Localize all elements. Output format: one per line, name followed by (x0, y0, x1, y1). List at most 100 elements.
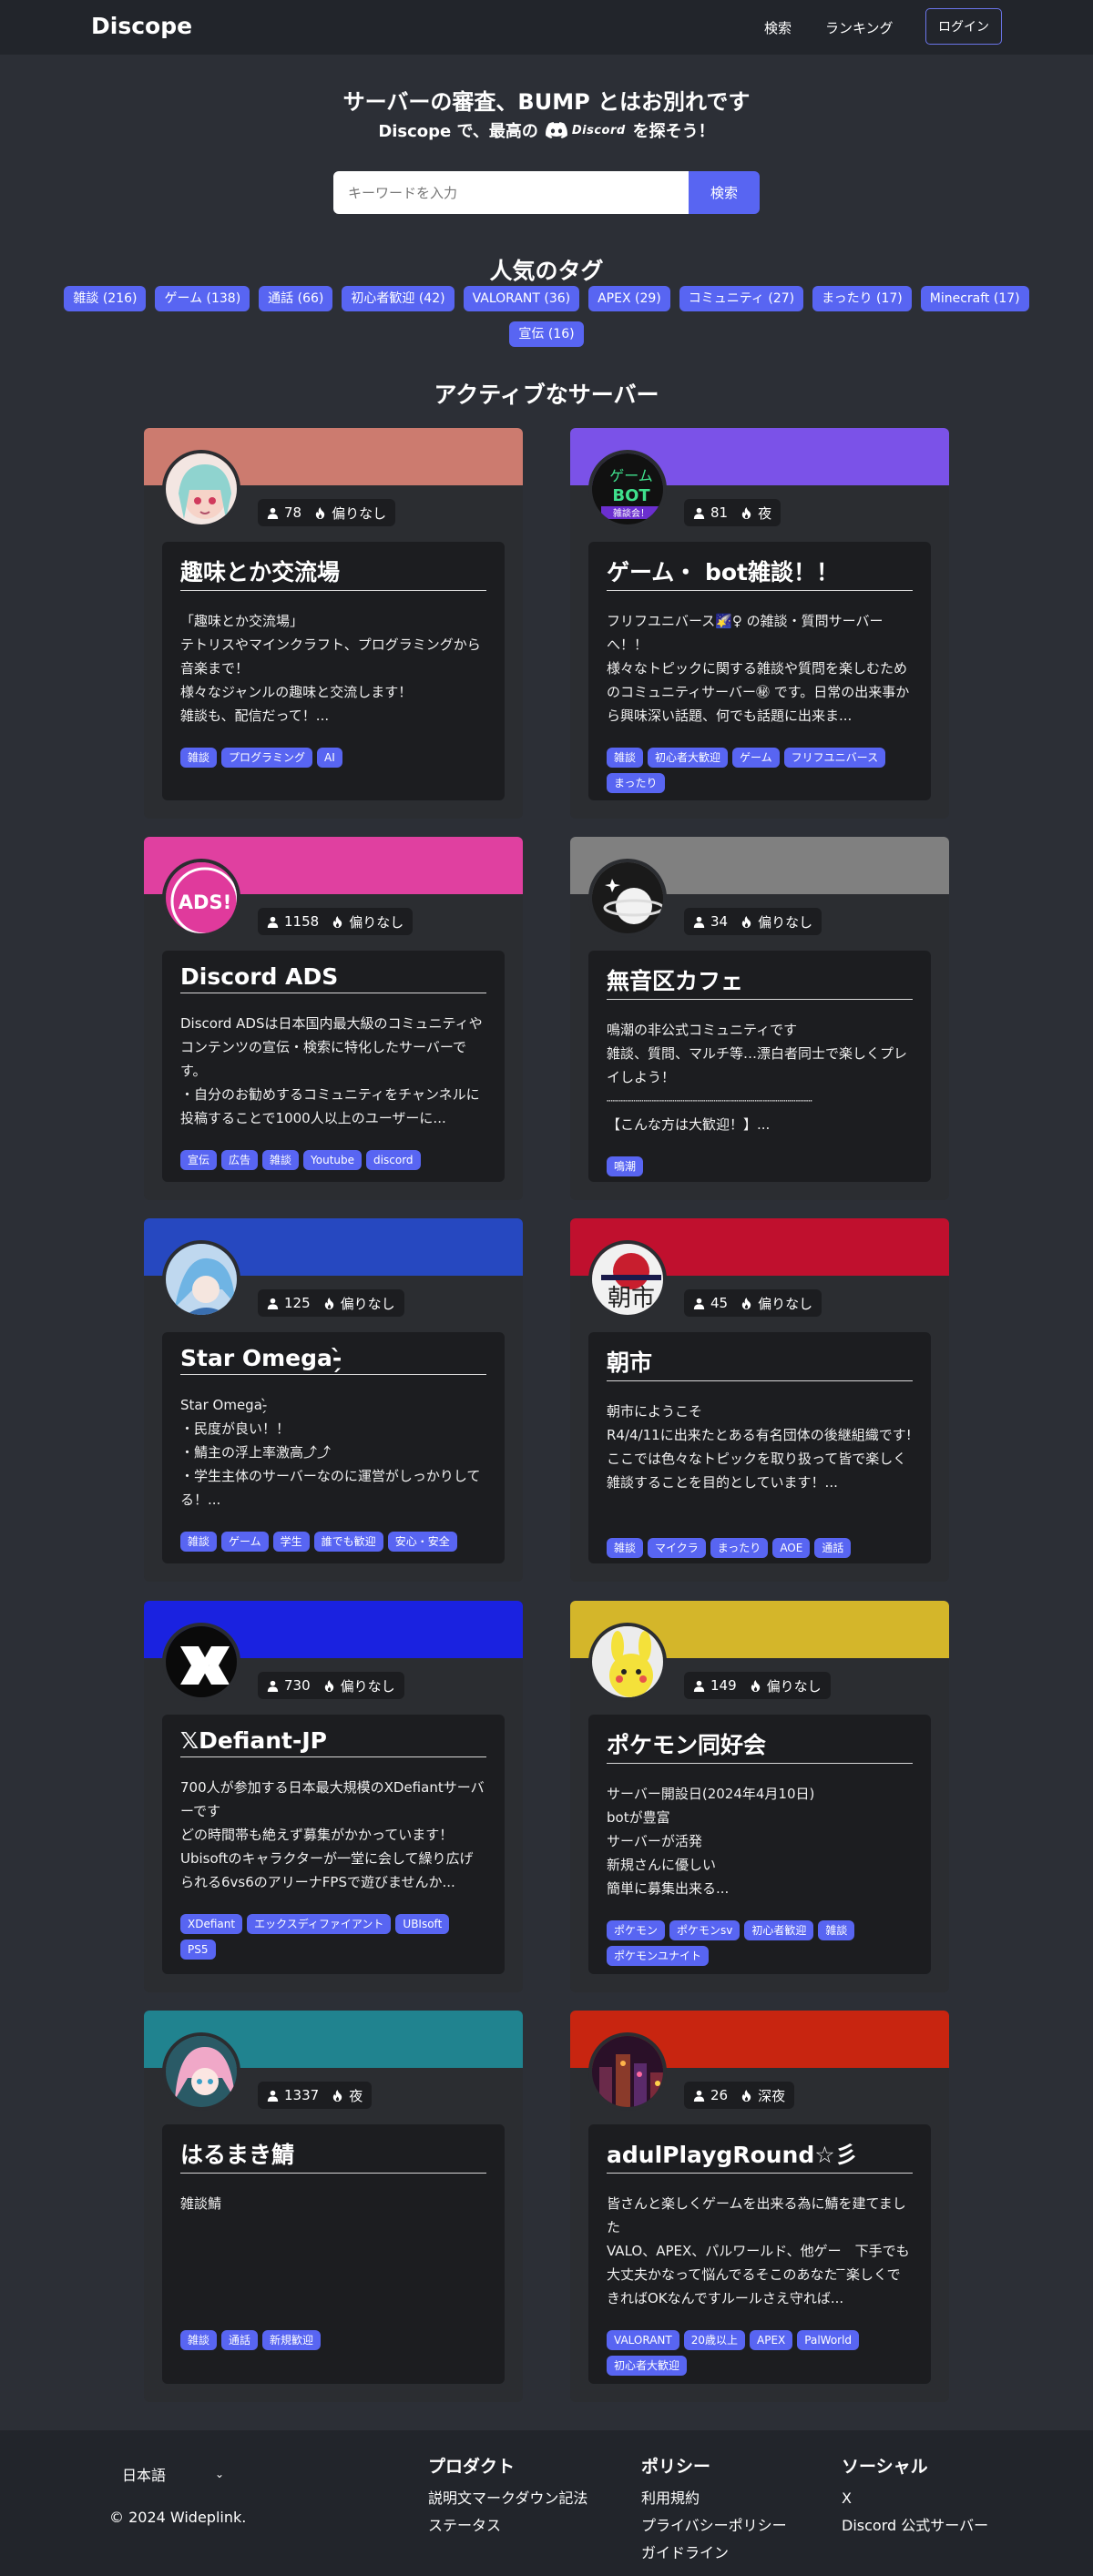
server-avatar: ゲーム BOT 雑談会！ (588, 450, 667, 528)
server-tag[interactable]: APEX (750, 2330, 793, 2350)
server-avatar (162, 450, 240, 528)
server-tag[interactable]: 雑談 (180, 748, 218, 768)
login-button[interactable]: ログイン (925, 8, 1002, 45)
popular-tag[interactable]: 雑談 (216) (64, 286, 147, 311)
activity-time-value: 偏りなし (340, 1295, 395, 1312)
server-tag[interactable]: ポケモン (607, 1920, 666, 1940)
server-name[interactable]: はるまき鯖 (180, 2137, 486, 2174)
popular-tag[interactable]: 宣伝 (16) (509, 321, 584, 347)
server-tag[interactable]: エックスディファイアント (247, 1914, 392, 1934)
server-card[interactable]: 78 偏りなし 趣味とか交流場 「趣味とか交流場」 テトリスやマインクラフト、プログラ… (144, 428, 523, 819)
server-tag[interactable]: 広告 (221, 1150, 259, 1170)
discord-icon (545, 122, 567, 138)
server-name[interactable]: Star Omega-̗̀ (180, 1345, 486, 1375)
server-card[interactable]: ゲーム BOT 雑談会！ 81 夜ゲーム・ bot雑談！！ フリフユニバース🌠♀ の雑談・… (570, 428, 949, 819)
server-tag[interactable]: AI (317, 748, 342, 768)
server-name[interactable]: ポケモン同好会 (607, 1727, 913, 1764)
members-icon (693, 1680, 705, 1692)
server-tag[interactable]: 雑談 (180, 2330, 218, 2350)
server-tag[interactable]: PalWorld (797, 2330, 860, 2350)
server-name[interactable]: 趣味とか交流場 (180, 555, 486, 591)
server-tag[interactable]: 新規歓迎 (262, 2330, 322, 2350)
server-description: Star Omega-̗̀ ・民度が良い！！ ・鯖主の浮上率激高⤴︎⤴︎ ・学生… (180, 1397, 481, 1508)
popular-tag[interactable]: APEX (29) (588, 286, 670, 311)
server-name[interactable]: 朝市 (607, 1345, 913, 1381)
footer-link-terms[interactable]: 利用規約 (641, 2485, 787, 2512)
server-tag[interactable]: フリフユニバース (783, 748, 886, 768)
card-body: ポケモン同好会 サーバー開設日(2024年4月10日) botが豊富 サーバーが活… (588, 1715, 931, 1974)
server-card[interactable]: 朝市 45 偏りなし 朝市 朝市にようこそ R4/4/11に出来たとある有名団体の後継組… (570, 1218, 949, 1582)
server-description: 雑談鯖 (180, 2195, 222, 2212)
brand-logo[interactable]: Discope (91, 13, 192, 39)
server-tag[interactable]: 学生 (272, 1532, 310, 1552)
popular-tag[interactable]: 初心者歓迎 (42) (342, 286, 455, 311)
server-name[interactable]: 𝕏Defiant-JP (180, 1727, 486, 1757)
server-tag[interactable]: 初心者大歓迎 (648, 748, 729, 768)
server-tag[interactable]: AOE (772, 1538, 811, 1558)
server-tag[interactable]: PS5 (180, 1940, 216, 1960)
server-tag[interactable]: discord (366, 1150, 421, 1170)
server-card[interactable]: 730 偏りなし 𝕏Defiant-JP 700人が参加する日本最大規模のXDefia… (144, 1601, 523, 1992)
server-card[interactable]: 1337 夜 はるまき鯖 雑談鯖 雑談 通話 新規歓迎 (144, 2011, 523, 2402)
search-input[interactable] (333, 171, 689, 214)
nav-link-ranking[interactable]: ランキング (825, 18, 894, 37)
language-select[interactable]: 日本語 ⌄ (109, 2458, 237, 2490)
server-tags: VALORANT 20歳以上 APEX PalWorld 初心者大歓迎 (607, 2330, 913, 2376)
activity-time: 偏りなし (314, 504, 386, 523)
server-card[interactable]: ADS! 1158 偏りなし Discord ADS Discord ADSは日本国内最… (144, 837, 523, 1200)
server-tag[interactable]: VALORANT (607, 2330, 679, 2350)
server-tag[interactable]: まったり (607, 773, 665, 793)
server-tag[interactable]: 雑談 (607, 748, 644, 768)
card-body: adulPlaygRound☆彡 皆さんと楽しくゲームを出来る為に鯖を建てました … (588, 2124, 931, 2384)
server-name[interactable]: Discord ADS (180, 963, 486, 993)
popular-tag[interactable]: Minecraft (17) (920, 286, 1029, 311)
server-tag[interactable]: マイクラ (648, 1538, 706, 1558)
nav-link-search[interactable]: 検索 (764, 18, 792, 37)
popular-tag[interactable]: コミュニティ (27) (679, 286, 804, 311)
server-tag[interactable]: 20歳以上 (683, 2330, 746, 2350)
server-name[interactable]: 無音区カフェ (607, 963, 913, 1000)
server-tag[interactable]: 鳴潮 (607, 1156, 644, 1176)
server-tag[interactable]: 通話 (221, 2330, 259, 2350)
footer-link-status[interactable]: ステータス (428, 2512, 587, 2540)
server-tag[interactable]: 雑談 (818, 1920, 855, 1940)
server-tag[interactable]: 誰でも歓迎 (313, 1532, 383, 1552)
server-tag[interactable]: 安心・安全 (387, 1532, 457, 1552)
server-card[interactable]: 125 偏りなし Star Omega-̗̀ Star Omega-̗̀ ・民度が良… (144, 1218, 523, 1582)
server-name[interactable]: ゲーム・ bot雑談！！ (607, 555, 913, 591)
server-tag[interactable]: 初心者歓迎 (744, 1920, 814, 1940)
footer-link-markdown[interactable]: 説明文マークダウン記法 (428, 2485, 587, 2512)
footer-link-privacy[interactable]: プライバシーポリシー (641, 2512, 787, 2540)
server-card[interactable]: 149 偏りなし ポケモン同好会 サーバー開設日(2024年4月10日) botが豊富… (570, 1601, 949, 1992)
server-tag[interactable]: 雑談 (180, 1532, 218, 1552)
footer-link-x[interactable]: X (842, 2485, 988, 2512)
member-count: 78 (267, 504, 301, 521)
server-tag[interactable]: 通話 (814, 1538, 852, 1558)
search-button[interactable]: 検索 (689, 171, 760, 214)
server-name[interactable]: adulPlaygRound☆彡 (607, 2137, 913, 2174)
popular-tag[interactable]: ゲーム (138) (155, 286, 250, 311)
server-tag[interactable]: UBIsoft (395, 1914, 450, 1934)
server-tag[interactable]: 雑談 (607, 1538, 644, 1558)
popular-tag[interactable]: VALORANT (36) (463, 286, 580, 311)
server-tag[interactable]: プログラミング (221, 748, 313, 768)
members-icon (693, 507, 705, 519)
server-tag[interactable]: 雑談 (262, 1150, 300, 1170)
footer-link-discord[interactable]: Discord 公式サーバー (842, 2512, 988, 2540)
popular-tag[interactable]: 通話 (66) (259, 286, 333, 311)
server-tag[interactable]: Youtube (303, 1150, 363, 1170)
footer-link-guidelines[interactable]: ガイドライン (641, 2540, 787, 2567)
server-card[interactable]: 26 深夜 adulPlaygRound☆彡 皆さんと楽しくゲームを出来る為に鯖を建て… (570, 2011, 949, 2402)
server-tag[interactable]: 初心者大歓迎 (607, 2356, 688, 2376)
server-tag[interactable]: 宣伝 (180, 1150, 218, 1170)
server-tag[interactable]: ゲーム (732, 748, 780, 768)
card-body: 無音区カフェ 鳴潮の非公式コミュニティです 雑談、質問、マルチ等…漂白者同士で楽し… (588, 951, 931, 1182)
server-card[interactable]: 34 偏りなし 無音区カフェ 鳴潮の非公式コミュニティです 雑談、質問、マルチ等…漂白… (570, 837, 949, 1200)
server-tag[interactable]: ゲーム (221, 1532, 269, 1552)
server-tag[interactable]: XDefiant (180, 1914, 243, 1934)
server-tag[interactable]: ポケモンユナイト (607, 1946, 710, 1966)
server-avatar: ADS! (162, 859, 240, 937)
popular-tag[interactable]: まったり (17) (812, 286, 912, 311)
server-tag[interactable]: まったり (710, 1538, 769, 1558)
server-tag[interactable]: ポケモンsv (669, 1920, 741, 1940)
